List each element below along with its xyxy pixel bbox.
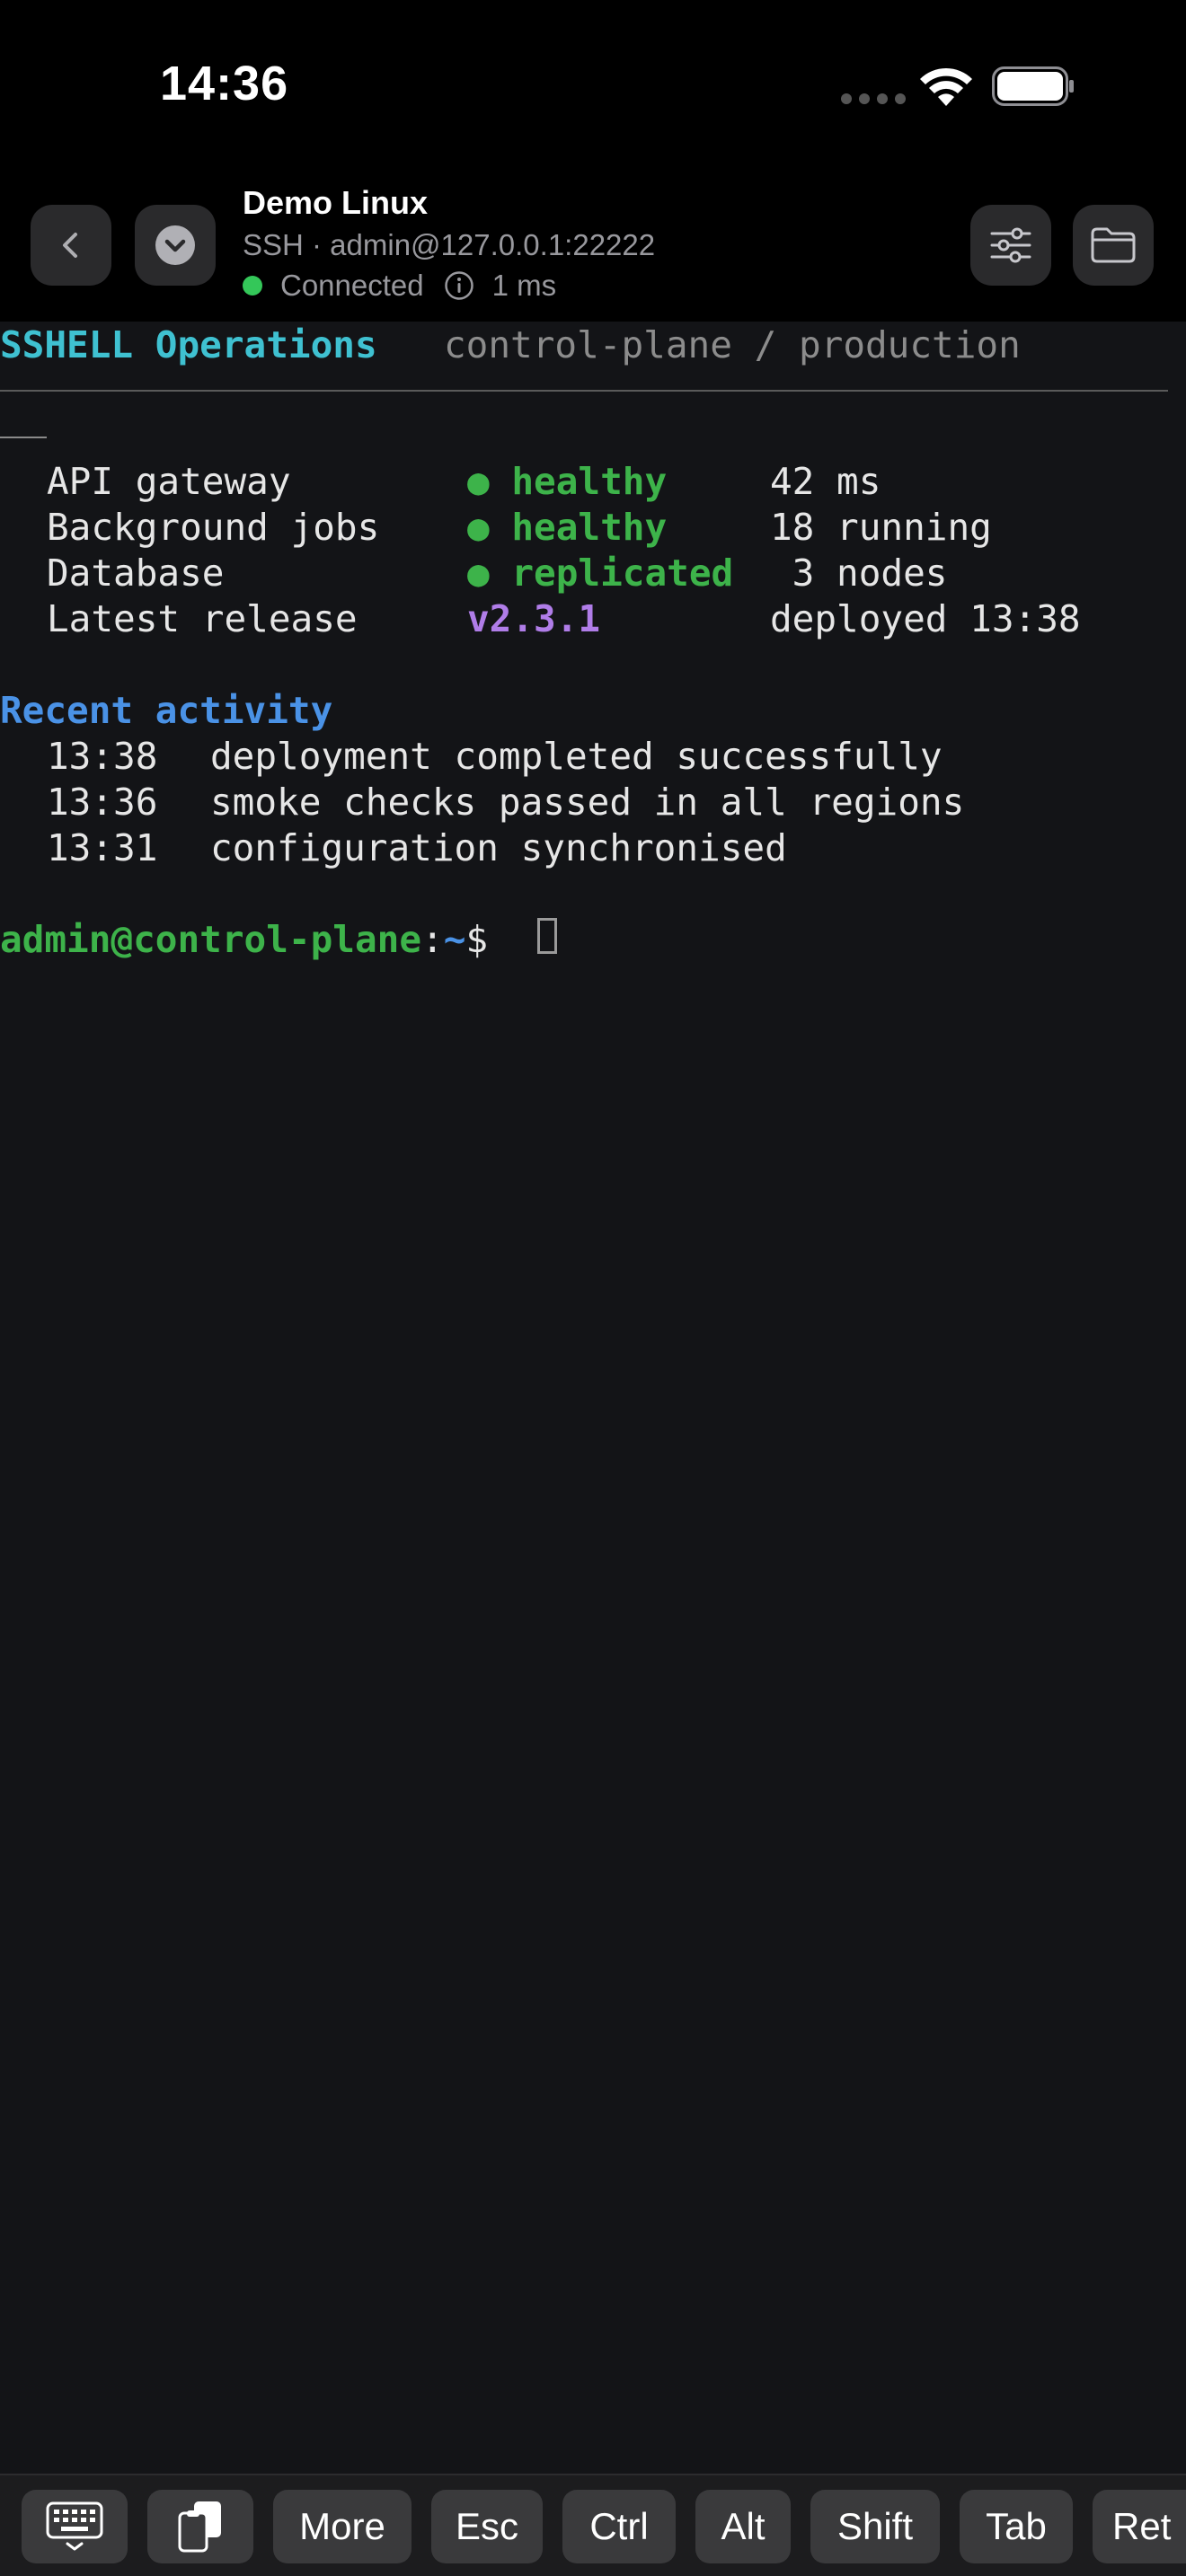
service-detail: 42 ms [770, 460, 881, 503]
sliders-icon [990, 227, 1031, 263]
activity-time: 13:36 [47, 781, 158, 824]
activity-message: smoke checks passed in all regions [210, 781, 965, 824]
activity-message: configuration synchronised [210, 826, 787, 869]
chevron-down-circle-icon [155, 225, 195, 265]
connected-dot-icon [243, 276, 262, 296]
activity-time: 13:31 [47, 826, 158, 869]
service-detail: deployed 13:38 [770, 597, 1081, 640]
cellular-signal-icon [841, 93, 906, 104]
service-row: Database ● replicated 3 nodes [0, 551, 1186, 596]
prompt-separator: : [421, 918, 444, 961]
session-subtitle: SSH · admin@127.0.0.1:22222 [243, 228, 656, 261]
activity-row: 13:36 smoke checks passed in all regions [0, 780, 1186, 825]
connection-status: Connected 1 ms [243, 266, 655, 305]
terminal-rule [0, 437, 47, 438]
clipboard-button[interactable] [147, 2490, 253, 2563]
key-shift[interactable]: Shift [810, 2490, 940, 2563]
terminal-path: control-plane / production [444, 323, 1021, 366]
service-status: ● healthy [467, 506, 668, 549]
terminal-title: SSHELL Operations [0, 323, 377, 366]
session-header: Demo Linux SSH · admin@127.0.0.1:22222 C… [0, 180, 1186, 322]
activity-message: deployment completed successfully [210, 735, 943, 778]
service-detail: 3 nodes [770, 551, 948, 595]
key-tab[interactable]: Tab [960, 2490, 1073, 2563]
keyboard-icon [46, 2501, 103, 2551]
activity-time: 13:38 [47, 735, 158, 778]
service-name: Background jobs [47, 506, 380, 549]
latency-value: 1 ms [491, 269, 557, 302]
service-row: Latest release v2.3.1 deployed 13:38 [0, 596, 1186, 642]
key-more[interactable]: More [273, 2490, 412, 2563]
key-alt[interactable]: Alt [695, 2490, 791, 2563]
activity-heading: Recent activity [0, 689, 333, 732]
status-bar: 14:36 [0, 0, 1186, 180]
session-title: Demo Linux [243, 184, 429, 221]
keyboard-accessory-bar: More Esc Ctrl Alt Shift Tab Ret [0, 2474, 1186, 2576]
key-return[interactable]: Ret [1093, 2490, 1186, 2563]
terminal-cursor [537, 918, 557, 954]
files-button[interactable] [1073, 205, 1154, 286]
prompt-path: ~ [443, 918, 466, 961]
prompt-user: admin@control-plane [0, 918, 421, 961]
folder-icon [1091, 227, 1136, 263]
activity-row: 13:38 deployment completed successfully [0, 734, 1186, 780]
key-ctrl[interactable]: Ctrl [562, 2490, 676, 2563]
service-row: Background jobs ● healthy 18 running [0, 505, 1186, 551]
settings-button[interactable] [970, 205, 1051, 286]
terminal-tab-line: SSHELL Operations control-plane / product… [0, 322, 1021, 368]
service-detail: 18 running [770, 506, 992, 549]
prompt-symbol: $ [465, 918, 489, 961]
service-name: Database [47, 551, 225, 595]
session-info: Demo Linux SSH · admin@127.0.0.1:22222 C… [243, 183, 655, 305]
terminal-view[interactable]: SSHELL Operations control-plane / product… [0, 322, 1186, 2474]
status-time: 14:36 [160, 57, 289, 110]
service-status: ● replicated [467, 551, 734, 595]
key-esc[interactable]: Esc [431, 2490, 543, 2563]
wifi-icon [920, 67, 972, 106]
battery-icon [992, 66, 1074, 106]
connection-status-label: Connected [280, 269, 424, 302]
service-name: Latest release [47, 597, 358, 640]
info-icon[interactable] [444, 270, 474, 301]
service-name: API gateway [47, 460, 291, 503]
back-button[interactable] [31, 205, 111, 286]
service-row: API gateway ● healthy 42 ms [0, 459, 1186, 505]
keyboard-toggle-button[interactable] [22, 2490, 128, 2563]
activity-row: 13:31 configuration synchronised [0, 825, 1186, 871]
shell-prompt[interactable]: admin@control-plane:~$ [0, 917, 488, 963]
release-version: v2.3.1 [467, 597, 601, 640]
chevron-left-icon [63, 233, 77, 258]
clipboard-icon [178, 2501, 221, 2553]
session-menu-button[interactable] [135, 205, 216, 286]
terminal-divider [0, 390, 1168, 392]
service-status: ● healthy [467, 460, 668, 503]
